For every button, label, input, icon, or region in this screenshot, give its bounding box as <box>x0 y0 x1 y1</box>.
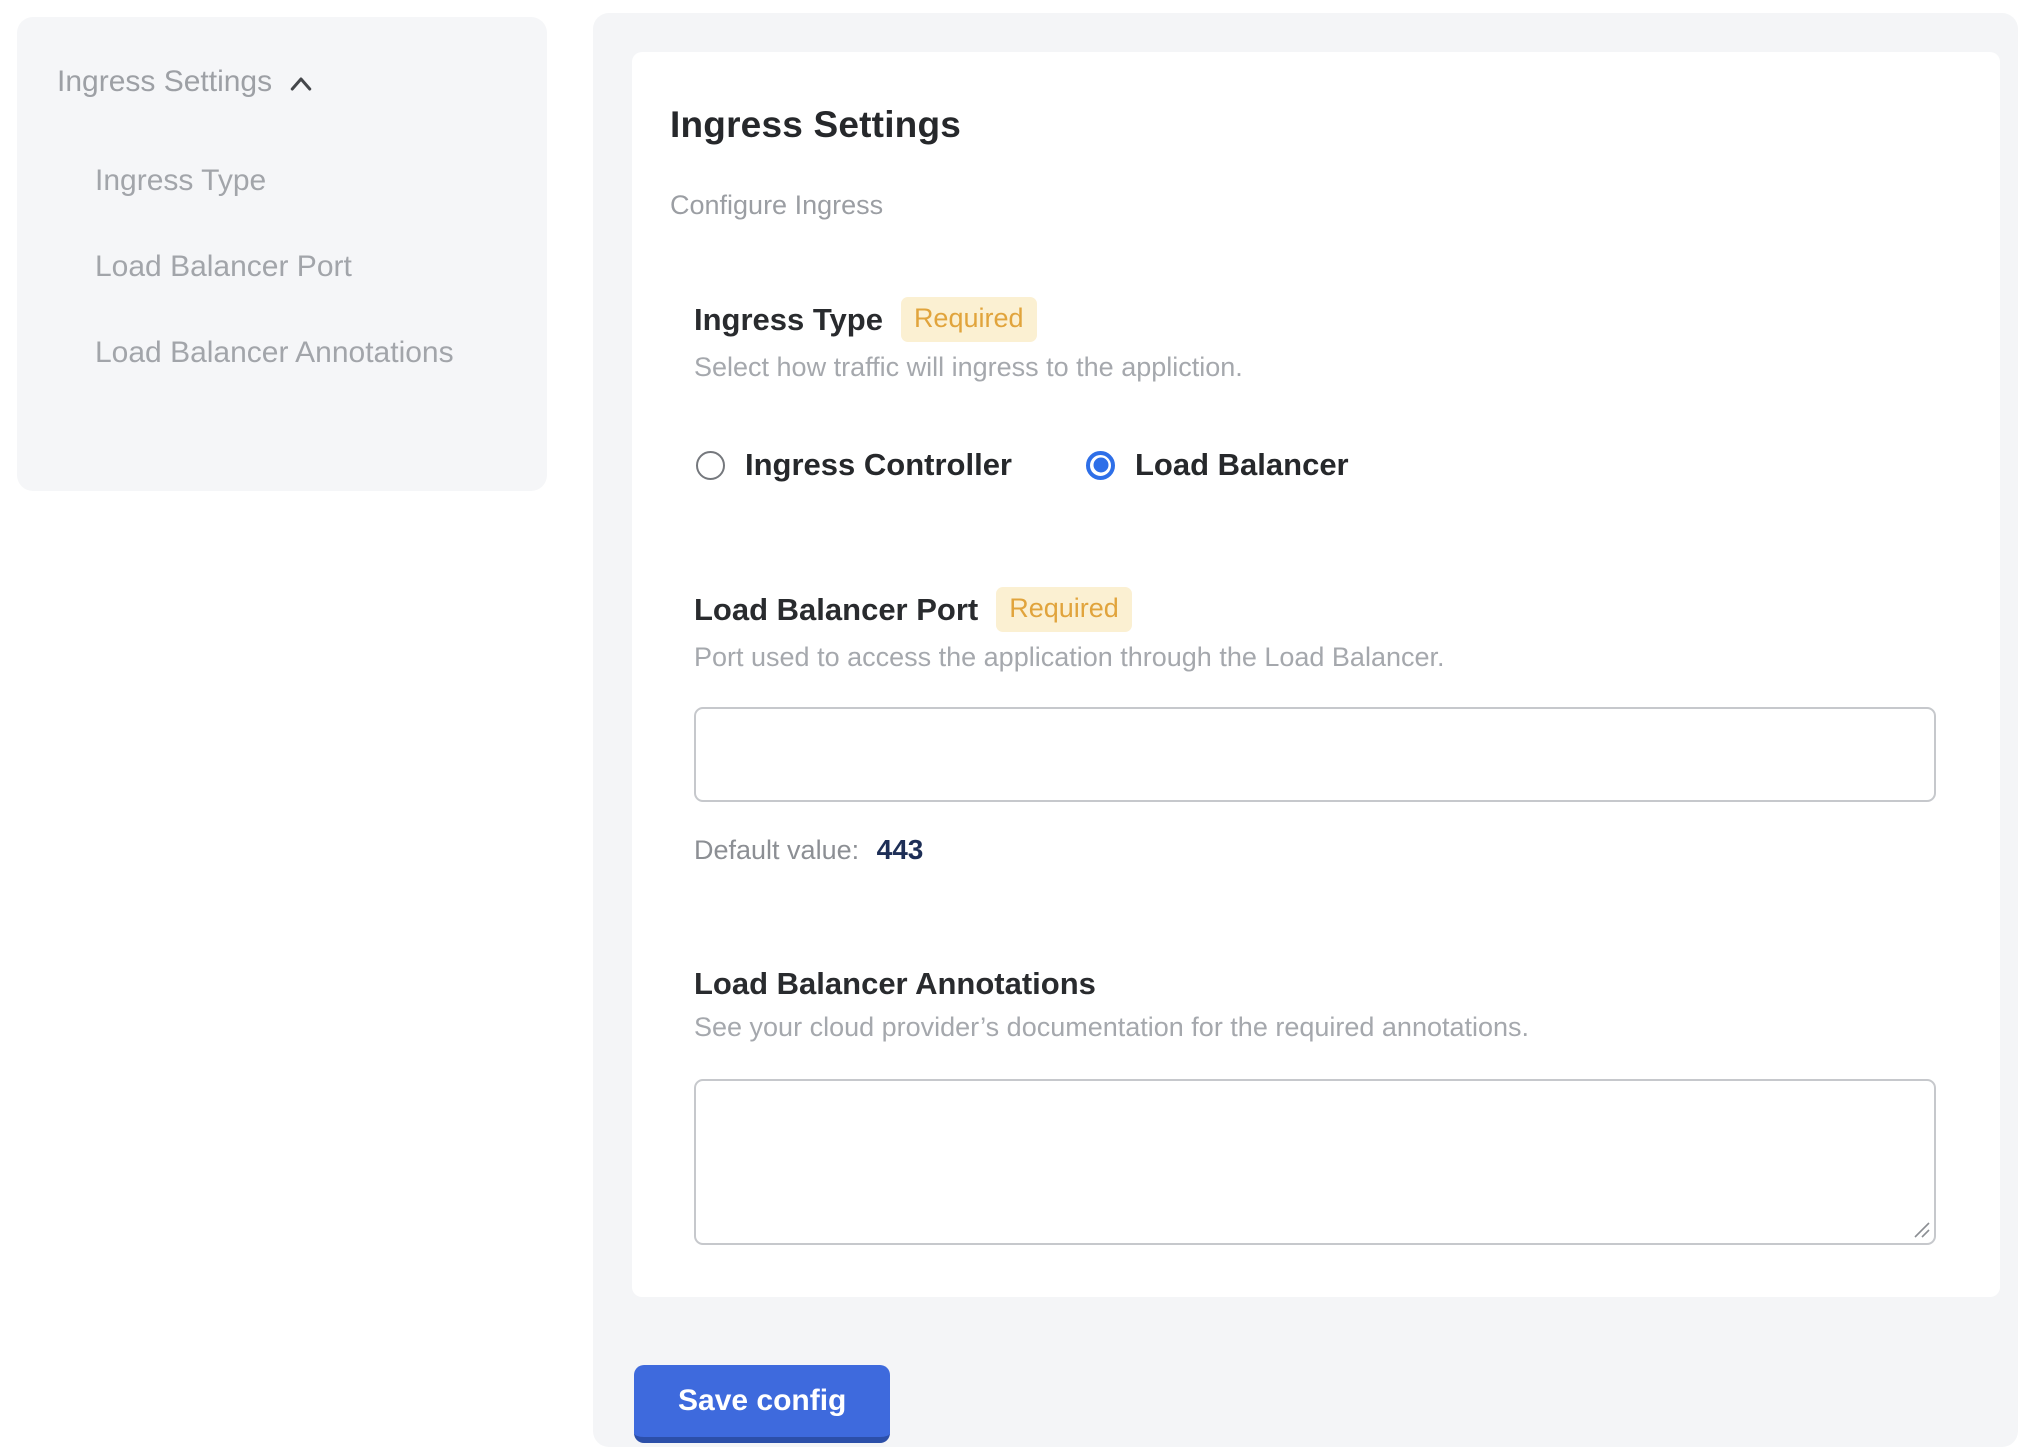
ingress-type-description: Select how traffic will ingress to the a… <box>694 352 1936 383</box>
radio-checked-icon[interactable] <box>1086 451 1115 480</box>
field-load-balancer-port: Load Balancer Port Required Port used to… <box>694 587 1936 866</box>
lb-port-description: Port used to access the application thro… <box>694 642 1936 673</box>
sidebar-group-label: Ingress Settings <box>57 65 272 99</box>
lb-annotations-label-row: Load Balancer Annotations <box>694 966 1936 1002</box>
radio-option-load-balancer[interactable]: Load Balancer <box>1086 447 1349 483</box>
lb-port-default-line: Default value: 443 <box>694 834 1936 866</box>
sidebar-items: Ingress Type Load Balancer Port Load Bal… <box>57 151 517 382</box>
lb-port-label-row: Load Balancer Port Required <box>694 587 1936 632</box>
settings-panel: Ingress Settings Configure Ingress Ingre… <box>593 13 2018 1447</box>
sidebar-group-ingress-settings[interactable]: Ingress Settings <box>57 65 517 99</box>
default-value-label: Default value: <box>694 835 859 865</box>
radio-label-load-balancer: Load Balancer <box>1135 447 1349 483</box>
page-subtitle: Configure Ingress <box>670 190 1962 221</box>
radio-option-ingress-controller[interactable]: Ingress Controller <box>696 447 1012 483</box>
field-load-balancer-annotations: Load Balancer Annotations See your cloud… <box>694 966 1936 1245</box>
radio-unchecked-icon[interactable] <box>696 451 725 480</box>
sidebar-item-load-balancer-annotations[interactable]: Load Balancer Annotations <box>95 323 515 382</box>
save-config-button[interactable]: Save config <box>634 1365 890 1443</box>
required-badge: Required <box>901 297 1037 342</box>
sidebar-item-ingress-type[interactable]: Ingress Type <box>95 151 515 210</box>
settings-nav-sidebar: Ingress Settings Ingress Type Load Balan… <box>17 17 547 491</box>
required-badge: Required <box>996 587 1132 632</box>
lb-annotations-label: Load Balancer Annotations <box>694 966 1096 1002</box>
chevron-up-icon <box>286 69 316 99</box>
default-value: 443 <box>877 834 924 865</box>
lb-annotations-textarea-wrap <box>694 1079 1936 1245</box>
lb-port-label: Load Balancer Port <box>694 592 978 628</box>
page: Ingress Settings Ingress Type Load Balan… <box>0 0 2036 1452</box>
lb-annotations-description: See your cloud provider’s documentation … <box>694 1012 1936 1043</box>
ingress-settings-card: Ingress Settings Configure Ingress Ingre… <box>632 52 2000 1297</box>
lb-port-input[interactable] <box>694 707 1936 802</box>
field-ingress-type: Ingress Type Required Select how traffic… <box>694 297 1936 483</box>
ingress-type-radio-group: Ingress Controller Load Balancer <box>696 447 1936 483</box>
sidebar-item-load-balancer-port[interactable]: Load Balancer Port <box>95 237 515 296</box>
radio-label-ingress-controller: Ingress Controller <box>745 447 1012 483</box>
ingress-type-label: Ingress Type <box>694 302 883 338</box>
lb-annotations-textarea[interactable] <box>694 1079 1936 1245</box>
page-title: Ingress Settings <box>670 104 1962 146</box>
ingress-type-label-row: Ingress Type Required <box>694 297 1936 342</box>
